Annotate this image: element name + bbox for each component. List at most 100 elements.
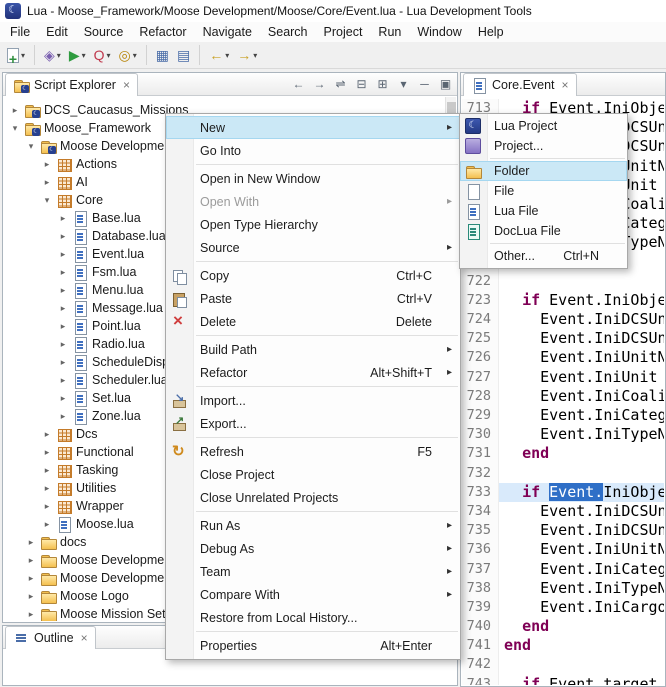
context-menu-item-team[interactable]: Team▸ <box>166 560 460 583</box>
expander-icon[interactable]: ▸ <box>58 321 68 332</box>
expander-icon[interactable]: ▸ <box>26 591 36 602</box>
new-submenu-item-doclua-file[interactable]: DocLua File <box>460 221 627 241</box>
expander-icon[interactable]: ▸ <box>58 357 68 368</box>
expander-icon[interactable]: ▸ <box>42 177 52 188</box>
expander-icon[interactable]: ▸ <box>42 501 52 512</box>
code-line[interactable]: 742 <box>462 655 664 674</box>
expander-icon[interactable]: ▸ <box>58 411 68 422</box>
new-submenu-item-other[interactable]: Other...Ctrl+N <box>460 246 627 266</box>
menubar-item-file[interactable]: File <box>2 22 38 42</box>
menubar-item-refactor[interactable]: Refactor <box>131 22 194 42</box>
expander-icon[interactable]: ▸ <box>10 105 20 116</box>
expander-icon[interactable]: ▸ <box>58 285 68 296</box>
code-line[interactable]: 741end <box>462 636 664 655</box>
code-line[interactable]: 737 Event.IniCategory = Event.IniDCSUnit… <box>462 560 664 579</box>
view-menu-icon[interactable]: ▾ <box>395 76 412 93</box>
menubar-item-search[interactable]: Search <box>260 22 316 42</box>
expander-icon[interactable]: ▸ <box>58 267 68 278</box>
code-line[interactable]: 743 if Event.target then <box>462 675 664 685</box>
menubar-item-edit[interactable]: Edit <box>38 22 76 42</box>
context-menu-item-copy[interactable]: CopyCtrl+C <box>166 264 460 287</box>
menubar-item-source[interactable]: Source <box>76 22 132 42</box>
close-icon[interactable] <box>562 79 569 91</box>
context-menu-item-new[interactable]: New▸ <box>166 116 460 139</box>
context-menu-item-debug-as[interactable]: Debug As▸ <box>166 537 460 560</box>
context-menu-item-open-with[interactable]: Open With▸ <box>166 190 460 213</box>
expander-icon[interactable]: ▸ <box>42 465 52 476</box>
menubar-item-run[interactable]: Run <box>370 22 409 42</box>
expander-icon[interactable]: ▸ <box>58 339 68 350</box>
expander-icon[interactable]: ▸ <box>42 447 52 458</box>
expander-icon[interactable]: ▾ <box>10 123 20 134</box>
toolbar-show-view-button[interactable]: ▤ <box>174 44 193 66</box>
code-line[interactable]: 732 <box>462 464 664 483</box>
tab-outline[interactable]: Outline <box>5 626 96 649</box>
code-line[interactable]: 727 Event.IniUnit = STATIC:FindByName( E… <box>462 368 664 387</box>
code-line[interactable]: 740 end <box>462 617 664 636</box>
new-submenu-item-lua-project[interactable]: Lua Project <box>460 116 627 136</box>
collapse-all-icon[interactable]: ⊟ <box>353 76 370 93</box>
context-menu-item-source[interactable]: Source▸ <box>166 236 460 259</box>
expander-icon[interactable]: ▸ <box>58 249 68 260</box>
expander-icon[interactable]: ▾ <box>26 141 36 152</box>
toolbar-back-button[interactable]: ←▾ <box>206 44 232 66</box>
context-menu-item-run-as[interactable]: Run As▸ <box>166 514 460 537</box>
expander-icon[interactable]: ▸ <box>42 429 52 440</box>
menubar-item-navigate[interactable]: Navigate <box>195 22 260 42</box>
toolbar-forward-button[interactable]: →▾ <box>234 44 260 66</box>
code-line[interactable]: 734 Event.IniDCSUnit = Event.initiator <box>462 502 664 521</box>
code-line[interactable]: 738 Event.IniTypeName = Event.IniDCSUnit… <box>462 579 664 598</box>
context-menu-item-delete[interactable]: DeleteDelete <box>166 310 460 333</box>
toolbar-new-wizard-button[interactable]: +▾ <box>4 44 28 66</box>
context-menu-item-restore-from-local-history[interactable]: Restore from Local History... <box>166 606 460 629</box>
menubar-item-help[interactable]: Help <box>470 22 512 42</box>
expander-icon[interactable]: ▸ <box>58 231 68 242</box>
minimize-icon[interactable]: ─ <box>416 76 433 93</box>
menubar-item-window[interactable]: Window <box>409 22 469 42</box>
code-line[interactable]: 723 if Event.IniObjectCategory == Object… <box>462 291 664 310</box>
forward-icon[interactable]: → <box>311 76 328 93</box>
link-with-editor-icon[interactable]: ⇌ <box>332 76 349 93</box>
code-line[interactable]: 724 Event.IniDCSUnit = Event.initiator <box>462 310 664 329</box>
tab-script-explorer[interactable]: Script Explorer <box>5 73 138 96</box>
expander-icon[interactable]: ▾ <box>42 195 52 206</box>
new-submenu-item-lua-file[interactable]: Lua File <box>460 201 627 221</box>
code-line[interactable]: 725 Event.IniDCSUnitName = Event.IniDCSU… <box>462 329 664 348</box>
expander-icon[interactable]: ▸ <box>42 483 52 494</box>
code-line[interactable]: 733 if Event.IniObjectCategory == Object… <box>462 483 664 502</box>
focus-view-icon[interactable]: ⊞ <box>374 76 391 93</box>
context-menu-item-close-unrelated-projects[interactable]: Close Unrelated Projects <box>166 486 460 509</box>
code-line[interactable]: 731 end <box>462 444 664 463</box>
context-menu-item-import[interactable]: Import... <box>166 389 460 412</box>
toolbar-coverage-button[interactable]: Q▾ <box>91 44 114 66</box>
new-submenu-item-file[interactable]: File <box>460 181 627 201</box>
context-menu-item-build-path[interactable]: Build Path▸ <box>166 338 460 361</box>
code-line[interactable]: 739 Event.IniCargo = CARGO:FindByName( E… <box>462 598 664 617</box>
expander-icon[interactable]: ▸ <box>58 303 68 314</box>
code-line[interactable]: 736 Event.IniUnitName = Event.IniDCSUnit… <box>462 540 664 559</box>
code-line[interactable]: 730 Event.IniTypeName = Event.IniDCSUnit… <box>462 425 664 444</box>
menubar-item-project[interactable]: Project <box>316 22 371 42</box>
expander-icon[interactable]: ▸ <box>58 393 68 404</box>
context-menu-item-open-type-hierarchy[interactable]: Open Type Hierarchy <box>166 213 460 236</box>
code-line[interactable]: 726 Event.IniUnitName = Event.IniDCSUnit… <box>462 348 664 367</box>
toolbar-open-perspective-button[interactable]: ▦ <box>153 44 172 66</box>
tab-core-event[interactable]: Core.Event <box>463 73 577 96</box>
toolbar-search-button[interactable]: ◎▾ <box>116 44 140 66</box>
new-submenu-item-project[interactable]: Project... <box>460 136 627 156</box>
context-menu-item-compare-with[interactable]: Compare With▸ <box>166 583 460 606</box>
context-menu-item-open-in-new-window[interactable]: Open in New Window <box>166 167 460 190</box>
context-menu-item-paste[interactable]: PasteCtrl+V <box>166 287 460 310</box>
expander-icon[interactable]: ▸ <box>58 213 68 224</box>
code-line[interactable]: 728 Event.IniCoalition = Event.IniDCSUni… <box>462 387 664 406</box>
toolbar-run-button[interactable]: ▶▾ <box>66 44 89 66</box>
expander-icon[interactable]: ▸ <box>26 537 36 548</box>
context-menu-item-export[interactable]: Export... <box>166 412 460 435</box>
close-icon[interactable] <box>81 632 88 644</box>
maximize-icon[interactable]: ▣ <box>437 76 454 93</box>
close-icon[interactable] <box>123 79 130 91</box>
context-menu-item-close-project[interactable]: Close Project <box>166 463 460 486</box>
back-icon[interactable]: ← <box>290 76 307 93</box>
expander-icon[interactable]: ▸ <box>26 573 36 584</box>
expander-icon[interactable]: ▸ <box>26 555 36 566</box>
